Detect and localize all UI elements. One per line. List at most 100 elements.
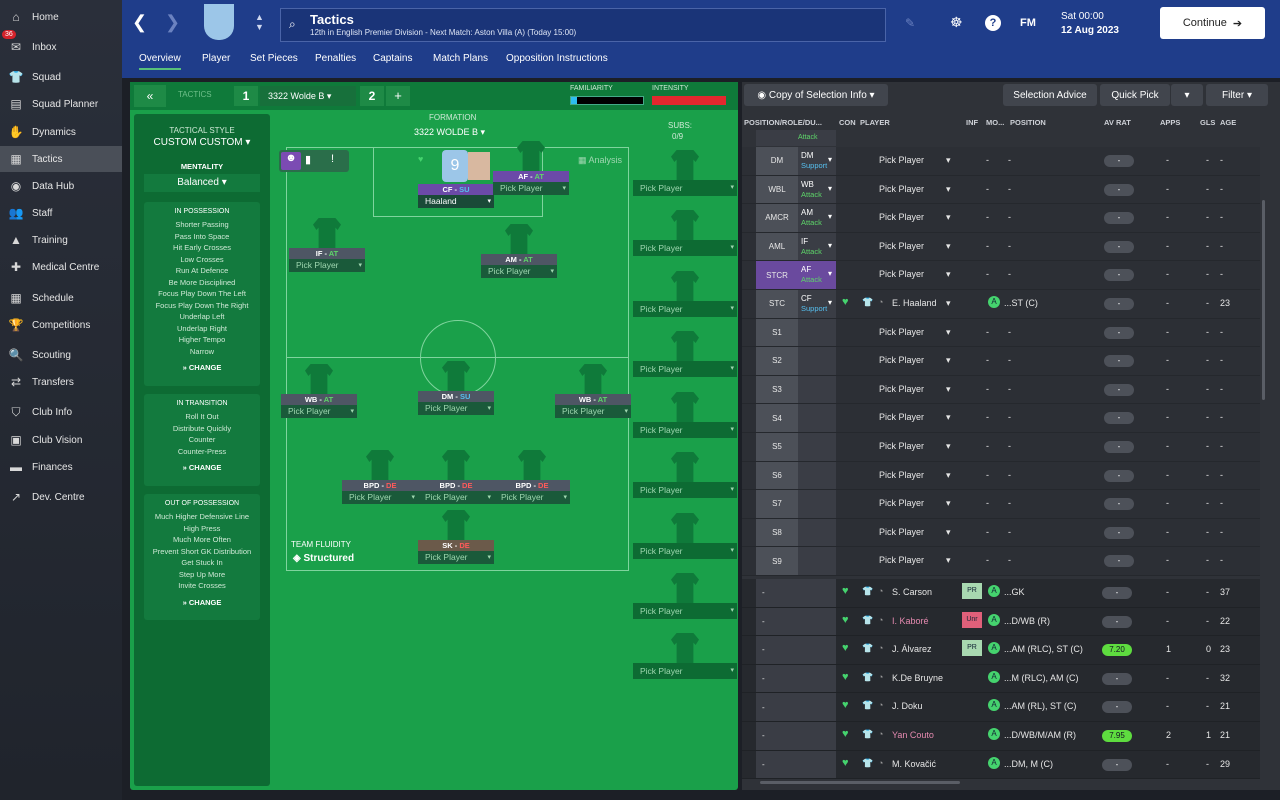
slot-row[interactable]: AMCR AM Attack ▾ Pick Player - - ▾ - - - -: [742, 204, 1260, 233]
player-slot-bpd-left[interactable]: BPD - DE Pick Player: [342, 450, 418, 504]
slot-player[interactable]: Pick Player: [879, 384, 924, 394]
table-row[interactable]: - ♥ 👕 ◔ M. Kovačić A ...DM, M (C) - - - …: [742, 750, 1260, 780]
sidebar-item-inbox[interactable]: ✉ 36 Inbox: [0, 30, 122, 60]
slot-player[interactable]: Pick Player: [879, 327, 924, 337]
stats-view-icon[interactable]: ▮: [305, 153, 311, 166]
chevron-down-icon[interactable]: ▾: [946, 184, 951, 195]
tab-match-plans[interactable]: Match Plans: [433, 53, 488, 64]
sub-slot[interactable]: Pick Player: [633, 210, 737, 256]
role-select[interactable]: AF Attack ▾: [798, 261, 836, 289]
transition-change-button[interactable]: » CHANGE: [144, 457, 260, 478]
tactic-slot-1[interactable]: 1: [234, 86, 258, 106]
sidebar-item-squad-planner[interactable]: ▤ Squad Planner: [0, 91, 122, 117]
chevron-down-icon[interactable]: ▾: [946, 498, 951, 509]
sidebar-item-squad[interactable]: 👕 Squad: [0, 64, 122, 90]
player-slot-dm[interactable]: DM - SU Pick Player: [418, 361, 494, 415]
chevron-down-icon[interactable]: ▾: [946, 155, 951, 166]
sidebar-item-data-hub[interactable]: ◉ Data Hub: [0, 173, 122, 199]
continue-button[interactable]: Continue ➔: [1160, 7, 1265, 39]
sidebar-item-club-info[interactable]: ⛉ Club Info: [0, 399, 122, 425]
sub-slot[interactable]: Pick Player: [633, 573, 737, 619]
chevron-down-icon[interactable]: ▾: [946, 241, 951, 252]
chevron-down-icon[interactable]: ▾: [946, 527, 951, 538]
chevron-down-icon[interactable]: ▾: [946, 470, 951, 481]
role-select[interactable]: AM Attack ▾: [798, 204, 836, 232]
sub-slot[interactable]: Pick Player: [633, 513, 737, 559]
slot-row[interactable]: S8 Pick Player - - ▾ - - - -: [742, 518, 1260, 548]
slot-row[interactable]: S4 Pick Player - - ▾ - - - -: [742, 404, 1260, 433]
horizontal-scrollbar[interactable]: [760, 781, 960, 784]
slot-row[interactable]: S7 Pick Player - - ▾ - - - -: [742, 490, 1260, 519]
slot-player[interactable]: Pick Player: [879, 212, 924, 222]
sub-slot[interactable]: Pick Player: [633, 633, 737, 679]
slot-player[interactable]: Pick Player: [879, 441, 924, 451]
chevron-down-icon[interactable]: ▾: [946, 441, 951, 452]
sub-slot[interactable]: Pick Player: [633, 271, 737, 317]
tab-penalties[interactable]: Penalties: [315, 53, 356, 64]
forward-arrow-icon[interactable]: ❯: [165, 12, 180, 33]
player-slot-af[interactable]: AF - AT Pick Player: [493, 141, 569, 195]
slot-row[interactable]: S3 Pick Player - - ▾ - - - -: [742, 375, 1260, 405]
player-name[interactable]: J. Doku: [892, 701, 923, 711]
sidebar-item-scouting[interactable]: 🔍 Scouting: [0, 342, 122, 368]
filter-button[interactable]: Filter ▾: [1206, 84, 1268, 106]
fm-logo[interactable]: FM: [1020, 17, 1036, 29]
table-row[interactable]: - ♥ 👕 ◔ I. Kaboré Unr A ...D/WB (R) - - …: [742, 607, 1260, 637]
tactical-style-select[interactable]: CUSTOM CUSTOM ▾: [134, 137, 270, 148]
sidebar-item-transfers[interactable]: ⇄ Transfers: [0, 369, 122, 395]
quick-pick-dropdown-icon[interactable]: ▾: [1171, 84, 1203, 106]
sidebar-item-finances[interactable]: ▬ Finances: [0, 454, 122, 480]
sub-slot[interactable]: Pick Player: [633, 392, 737, 438]
chevron-down-icon[interactable]: ▾: [946, 355, 951, 366]
sub-slot[interactable]: Pick Player: [633, 331, 737, 377]
slot-player[interactable]: Pick Player: [879, 470, 924, 480]
copy-selection-button[interactable]: ◉ Copy of Selection Info ▾: [744, 84, 888, 106]
player-slot-wbr[interactable]: WB - AT Pick Player: [555, 364, 631, 418]
col-position-role[interactable]: POSITION/ROLE/DU...: [744, 118, 822, 127]
player-slot-cf[interactable]: 9 ♥ CF - SU Haaland: [418, 150, 494, 208]
col-inf[interactable]: INF: [966, 118, 978, 127]
info-view-icon[interactable]: !: [331, 153, 334, 165]
col-morale[interactable]: MO...: [986, 118, 1004, 127]
chevron-down-icon[interactable]: ▾: [946, 412, 951, 423]
oop-change-button[interactable]: » CHANGE: [144, 592, 260, 613]
slot-row[interactable]: AML IF Attack ▾ Pick Player - - ▾ - - - -: [742, 232, 1260, 262]
quick-pick-button[interactable]: Quick Pick: [1100, 84, 1170, 106]
collapse-icon[interactable]: «: [134, 85, 166, 107]
sidebar-item-dynamics[interactable]: ✋ Dynamics: [0, 119, 122, 145]
chevron-updown-icon[interactable]: ▲ ▼: [255, 12, 264, 32]
search-title-box[interactable]: ⌕ Tactics 12th in English Premier Divisi…: [280, 8, 886, 42]
slot-row[interactable]: DM DM Support ▾ Pick Player - - ▾ - - - -: [742, 147, 1260, 176]
role-select[interactable]: DM Support ▾: [798, 147, 836, 175]
col-av-rat[interactable]: AV RAT: [1104, 118, 1131, 127]
vertical-scrollbar[interactable]: [1262, 200, 1265, 400]
slot-player[interactable]: Pick Player: [879, 498, 924, 508]
club-crest-icon[interactable]: [204, 4, 234, 40]
slot-player[interactable]: E. Haaland: [892, 298, 937, 308]
slot-player[interactable]: Pick Player: [879, 527, 924, 537]
slot-player[interactable]: Pick Player: [879, 269, 924, 279]
chevron-down-icon[interactable]: ▾: [946, 327, 951, 338]
table-row[interactable]: - ♥ 👕 ◔ J. Álvarez PR A ...AM (RLC), ST …: [742, 636, 1260, 665]
player-slot-am[interactable]: AM - AT Pick Player: [481, 224, 557, 278]
slot-row[interactable]: STCR AF Attack ▾ Pick Player - - ▾ - - - -: [742, 261, 1260, 290]
table-row[interactable]: - ♥ 👕 ◔ Yan Couto A ...D/WB/M/AM (R) 7.9…: [742, 722, 1260, 751]
tab-player[interactable]: Player: [202, 53, 230, 64]
player-slot-wbl[interactable]: WB - AT Pick Player: [281, 364, 357, 418]
chevron-down-icon[interactable]: ▾: [946, 555, 951, 566]
sidebar-item-staff[interactable]: 👥 Staff: [0, 200, 122, 226]
tab-captains[interactable]: Captains: [373, 53, 412, 64]
sub-slot[interactable]: Pick Player: [633, 452, 737, 498]
col-player[interactable]: PLAYER: [860, 118, 890, 127]
col-apps[interactable]: APPS: [1160, 118, 1180, 127]
slot-player[interactable]: Pick Player: [879, 412, 924, 422]
chevron-down-icon[interactable]: ▾: [946, 298, 951, 309]
formation-select[interactable]: 3322 WOLDE B ▾: [414, 127, 485, 138]
slot-row[interactable]: S6 Pick Player - - ▾ - - - -: [742, 461, 1260, 491]
table-row[interactable]: - ♥ 👕 ◔ J. Doku A ...AM (RL), ST (C) - -…: [742, 693, 1260, 722]
col-position[interactable]: POSITION: [1010, 118, 1046, 127]
sidebar-item-home[interactable]: ⌂ Home: [0, 4, 122, 30]
mentality-select[interactable]: Balanced ▾: [144, 174, 260, 192]
col-con[interactable]: CON: [839, 118, 856, 127]
player-view-icon[interactable]: ☻: [281, 152, 301, 170]
